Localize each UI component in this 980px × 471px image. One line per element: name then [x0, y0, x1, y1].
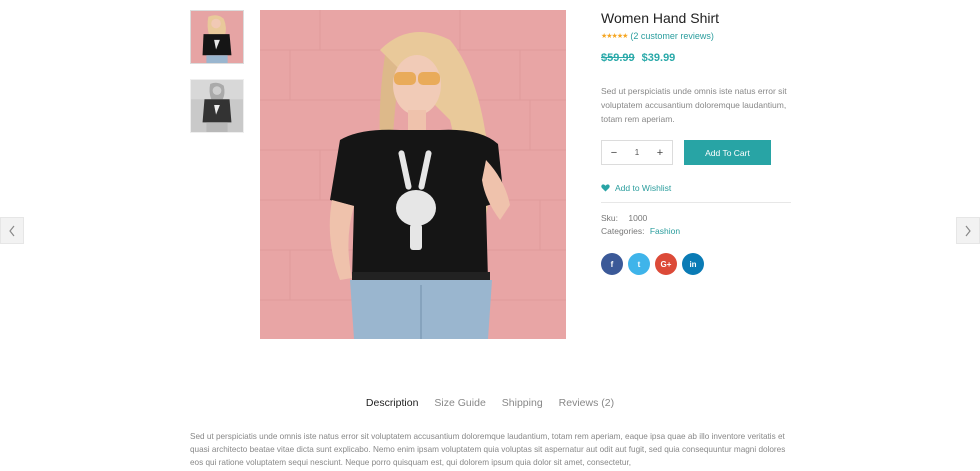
product-photo [260, 10, 566, 339]
next-product-arrow[interactable] [956, 217, 980, 244]
heart-icon [601, 184, 610, 192]
tab-description-content: Sed ut perspiciatis unde omnis iste natu… [190, 432, 786, 467]
tab-description[interactable]: Description [366, 397, 419, 409]
sku-value: 1000 [628, 213, 648, 223]
social-share: f t G+ in [601, 253, 796, 275]
product-thumbnail-image [191, 80, 243, 132]
sku-row: Sku: 1000 [601, 212, 796, 225]
prev-product-arrow[interactable] [0, 217, 24, 244]
thumbnail-1[interactable] [190, 10, 244, 64]
google-plus-icon[interactable]: G+ [655, 253, 677, 275]
quantity-increase-button[interactable]: + [655, 147, 665, 158]
product-info-panel: Women Hand Shirt ★★★★★ (2 customer revie… [601, 10, 796, 275]
add-to-wishlist-link[interactable]: Add to Wishlist [601, 183, 796, 193]
quantity-stepper: − + [601, 140, 673, 165]
chevron-right-icon [965, 225, 971, 236]
quantity-decrease-button[interactable]: − [609, 147, 619, 158]
categories-label: Categories: [601, 226, 645, 236]
customer-reviews-link[interactable]: (2 customer reviews) [630, 31, 714, 41]
quantity-input[interactable] [625, 148, 649, 157]
short-description: Sed ut perspiciatis unde omnis iste natu… [601, 86, 787, 124]
rating-row: ★★★★★ (2 customer reviews) [601, 31, 796, 41]
thumbnail-2[interactable] [190, 79, 244, 133]
sku-label: Sku: [601, 213, 619, 223]
product-tabs: Description Size Guide Shipping Reviews … [0, 397, 980, 409]
twitter-icon[interactable]: t [628, 253, 650, 275]
product-thumbnail-image [191, 11, 243, 63]
linkedin-icon[interactable]: in [682, 253, 704, 275]
divider [601, 202, 791, 203]
category-link[interactable]: Fashion [650, 226, 680, 236]
rating-stars-icon: ★★★★★ [601, 33, 628, 40]
tab-reviews[interactable]: Reviews (2) [559, 397, 614, 409]
tab-size-guide[interactable]: Size Guide [434, 397, 485, 409]
add-to-cart-row: − + Add To Cart [601, 140, 796, 165]
product-meta: Sku: 1000 Categories: Fashion [601, 212, 796, 238]
categories-row: Categories: Fashion [601, 225, 796, 238]
price-row: $59.99 $39.99 [601, 52, 796, 64]
tab-shipping[interactable]: Shipping [502, 397, 543, 409]
product-title: Women Hand Shirt [601, 10, 720, 26]
chevron-left-icon [9, 225, 15, 236]
current-price: $39.99 [641, 52, 676, 64]
facebook-icon[interactable]: f [601, 253, 623, 275]
add-to-cart-button[interactable]: Add To Cart [684, 140, 771, 165]
wishlist-label: Add to Wishlist [615, 183, 672, 193]
old-price: $59.99 [601, 52, 635, 64]
product-main-image[interactable] [260, 10, 566, 339]
